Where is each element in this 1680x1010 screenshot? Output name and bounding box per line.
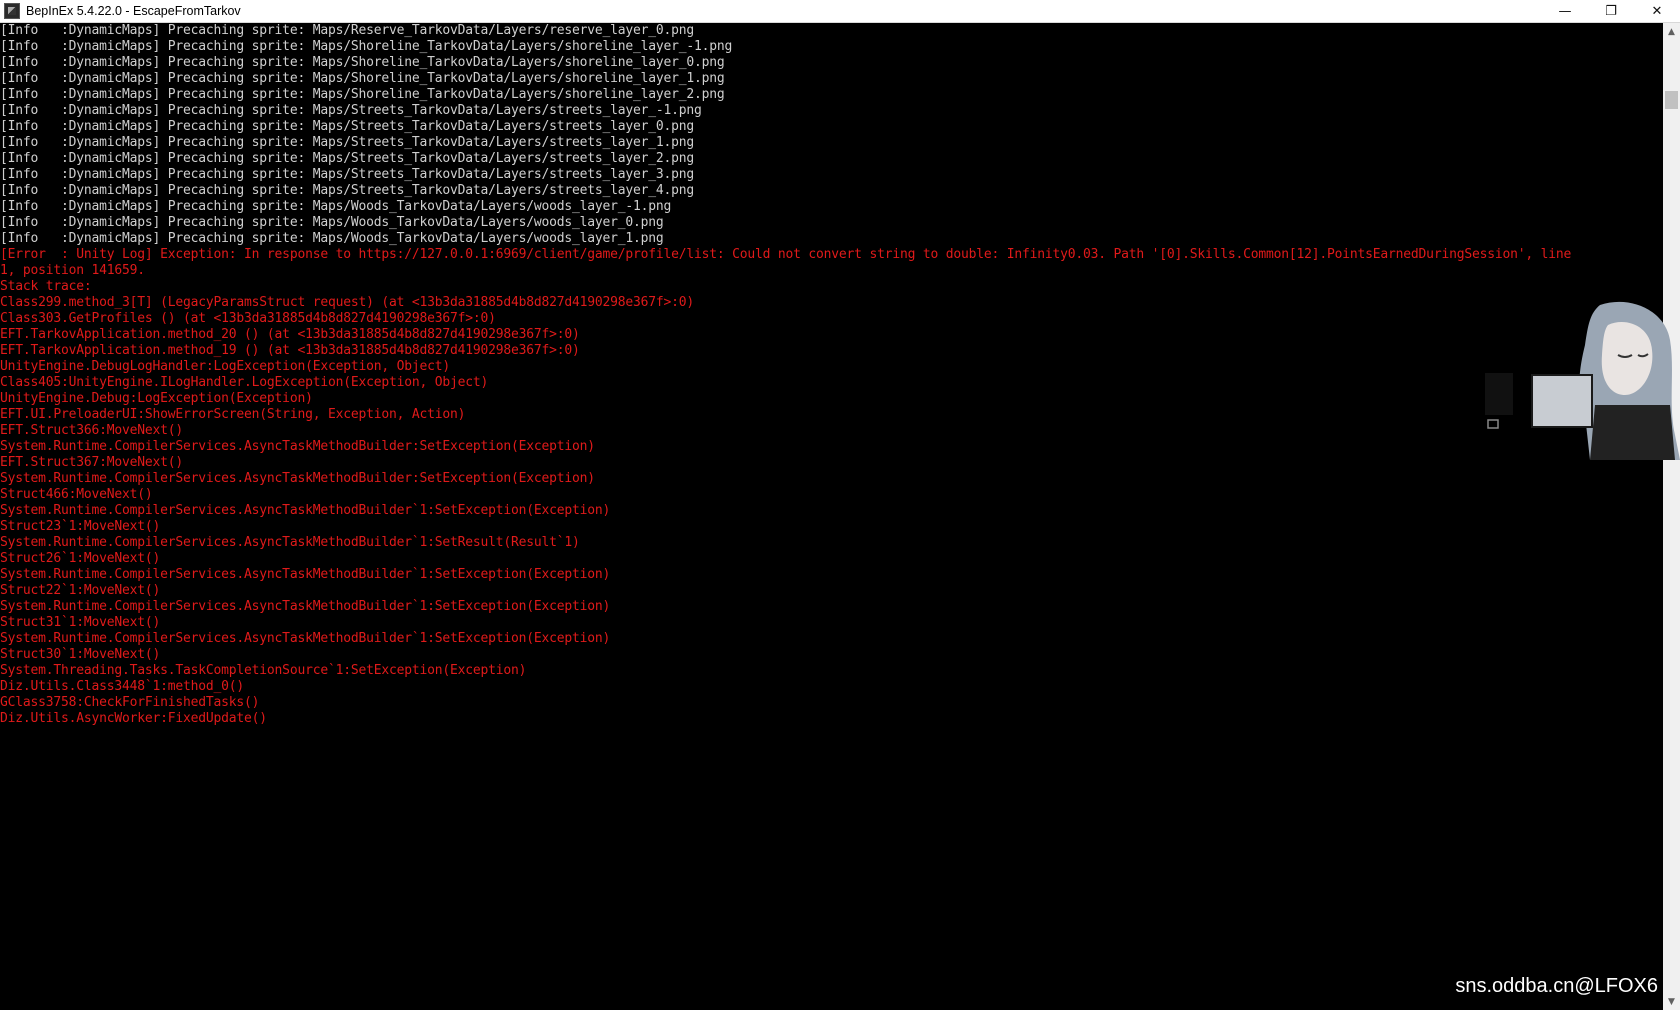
log-line-info: [Info :DynamicMaps] Precaching sprite: M… [0, 215, 664, 230]
stack-trace-line: System.Runtime.CompilerServices.AsyncTas… [0, 567, 611, 582]
window-title: BepInEx 5.4.22.0 - EscapeFromTarkov [26, 4, 241, 18]
close-button[interactable]: ✕ [1634, 0, 1680, 23]
log-line-info: [Info :DynamicMaps] Precaching sprite: M… [0, 119, 695, 134]
stack-trace-header: Stack trace: [0, 279, 92, 294]
scroll-up-arrow-icon[interactable]: ▲ [1663, 23, 1680, 40]
stack-trace-line: System.Runtime.CompilerServices.AsyncTas… [0, 599, 611, 614]
stack-trace-line: UnityEngine.DebugLogHandler:LogException… [0, 359, 450, 374]
log-line-info: [Info :DynamicMaps] Precaching sprite: M… [0, 231, 664, 246]
stack-trace-line: Struct26`1:MoveNext() [0, 551, 161, 566]
mascot-overlay-image [1485, 301, 1680, 460]
stack-trace-line: Diz.Utils.Class3448`1:method_0() [0, 679, 245, 694]
stack-trace-line: System.Runtime.CompilerServices.AsyncTas… [0, 503, 611, 518]
console-output[interactable]: [Info :DynamicMaps] Precaching sprite: M… [0, 23, 1663, 1010]
log-line-info: [Info :DynamicMaps] Precaching sprite: M… [0, 135, 695, 150]
log-line-info: [Info :DynamicMaps] Precaching sprite: M… [0, 55, 725, 70]
stack-trace-line: System.Runtime.CompilerServices.AsyncTas… [0, 439, 595, 454]
stack-trace-line: UnityEngine.Debug:LogException(Exception… [0, 391, 313, 406]
title-bar[interactable]: BepInEx 5.4.22.0 - EscapeFromTarkov — ❐ … [0, 0, 1680, 23]
stack-trace-line: Class299.method_3[T] (LegacyParamsStruct… [0, 295, 695, 310]
log-line-info: [Info :DynamicMaps] Precaching sprite: M… [0, 183, 695, 198]
stack-trace-line: EFT.Struct366:MoveNext() [0, 423, 184, 438]
window-controls: — ❐ ✕ [1542, 0, 1680, 23]
stack-trace-line: EFT.TarkovApplication.method_20 () (at <… [0, 327, 580, 342]
vertical-scrollbar[interactable]: ▲ ▼ [1663, 23, 1680, 1010]
stack-trace-line: Diz.Utils.AsyncWorker:FixedUpdate() [0, 711, 267, 726]
stack-trace-line: Class405:UnityEngine.ILogHandler.LogExce… [0, 375, 489, 390]
stack-trace-line: EFT.TarkovApplication.method_19 () (at <… [0, 343, 580, 358]
scroll-thumb[interactable] [1665, 91, 1678, 109]
scroll-down-arrow-icon[interactable]: ▼ [1663, 993, 1680, 1010]
stack-trace-line: EFT.Struct367:MoveNext() [0, 455, 184, 470]
error-lines: [Error : Unity Log] Exception: In respon… [0, 247, 1663, 727]
log-line-error: 1, position 141659. [0, 263, 145, 278]
log-line-info: [Info :DynamicMaps] Precaching sprite: M… [0, 199, 672, 214]
info-lines: [Info :DynamicMaps] Precaching sprite: M… [0, 23, 1663, 247]
watermark-text: sns.oddba.cn@LFOX6 [1455, 975, 1658, 997]
log-line-info: [Info :DynamicMaps] Precaching sprite: M… [0, 39, 733, 54]
stack-trace-line: Struct30`1:MoveNext() [0, 647, 161, 662]
stack-trace-line: Struct466:MoveNext() [0, 487, 153, 502]
log-line-info: [Info :DynamicMaps] Precaching sprite: M… [0, 87, 725, 102]
log-line-info: [Info :DynamicMaps] Precaching sprite: M… [0, 23, 695, 38]
log-line-info: [Info :DynamicMaps] Precaching sprite: M… [0, 151, 695, 166]
stack-trace-line: EFT.UI.PreloaderUI:ShowErrorScreen(Strin… [0, 407, 466, 422]
app-icon [4, 3, 20, 19]
log-line-info: [Info :DynamicMaps] Precaching sprite: M… [0, 167, 695, 182]
stack-trace-line: Struct22`1:MoveNext() [0, 583, 161, 598]
stack-trace-line: System.Runtime.CompilerServices.AsyncTas… [0, 631, 611, 646]
log-line-info: [Info :DynamicMaps] Precaching sprite: M… [0, 103, 702, 118]
log-line-info: [Info :DynamicMaps] Precaching sprite: M… [0, 71, 725, 86]
stack-trace-line: Class303.GetProfiles () (at <13b3da31885… [0, 311, 496, 326]
stack-trace-line: System.Runtime.CompilerServices.AsyncTas… [0, 471, 595, 486]
stack-trace-line: System.Runtime.CompilerServices.AsyncTas… [0, 535, 580, 550]
stack-trace-line: Struct23`1:MoveNext() [0, 519, 161, 534]
stack-trace-line: Struct31`1:MoveNext() [0, 615, 161, 630]
stack-trace-line: System.Threading.Tasks.TaskCompletionSou… [0, 663, 527, 678]
stack-trace-line: GClass3758:CheckForFinishedTasks() [0, 695, 260, 710]
restore-button[interactable]: ❐ [1588, 0, 1634, 23]
log-line-error: [Error : Unity Log] Exception: In respon… [0, 247, 1572, 262]
minimize-button[interactable]: — [1542, 0, 1588, 23]
